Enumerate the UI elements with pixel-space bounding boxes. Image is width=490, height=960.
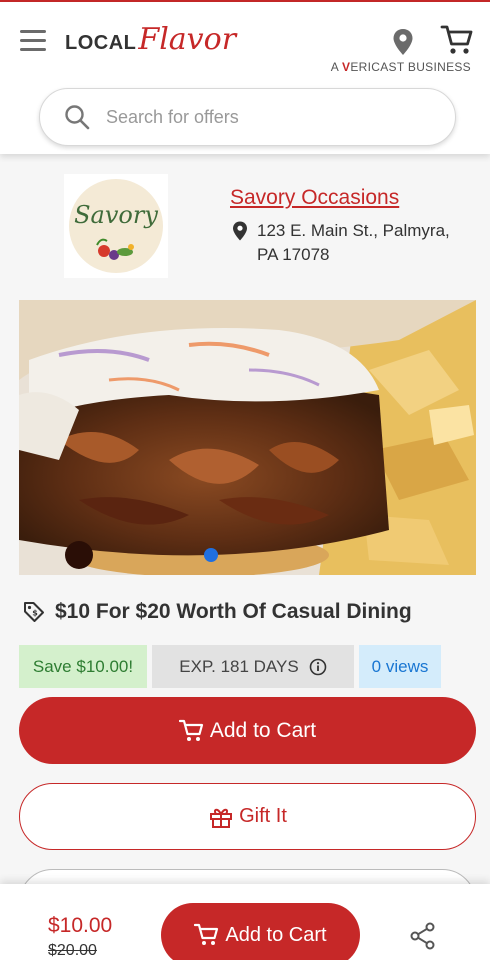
info-icon[interactable]: [309, 658, 327, 676]
views-badge: 0 views: [359, 645, 441, 688]
merchant-address: 123 E. Main St., Palmyra, PA 17078: [232, 219, 472, 267]
deal-title: $ $10 For $20 Worth Of Casual Dining: [22, 600, 412, 624]
menu-line: [20, 48, 46, 51]
logo-script-text: Savory: [74, 201, 158, 229]
savings-badge: Save $10.00!: [19, 645, 147, 688]
location-pin-icon: [233, 221, 247, 241]
add-to-cart-label: Add to Cart: [209, 718, 317, 742]
tagline-suffix: BUSINESS: [404, 60, 471, 74]
tagline-brand: ERICAST: [350, 60, 405, 74]
bottom-add-to-cart-label: Add to Cart: [225, 923, 327, 946]
search-icon[interactable]: [64, 104, 90, 130]
logo-flavor-text: Flavor: [138, 22, 237, 57]
local-flavor-logo[interactable]: LOCAL Flavor: [65, 22, 236, 62]
hamburger-menu-icon[interactable]: [20, 29, 48, 53]
bottom-purchase-bar: $10.00 $20.00 Add to Cart: [0, 884, 490, 960]
deal-title-text: $10 For $20 Worth Of Casual Dining: [55, 600, 412, 623]
menu-line: [20, 39, 46, 42]
gift-it-button[interactable]: Gift It: [19, 783, 476, 850]
bottom-add-to-cart-button[interactable]: Add to Cart: [161, 903, 360, 960]
share-icon[interactable]: [409, 922, 437, 950]
savory-logo-image: Savory: [69, 179, 163, 273]
add-to-cart-button[interactable]: Add to Cart: [19, 697, 476, 764]
app-header: LOCAL Flavor A VERICAST BUSINESS: [0, 2, 490, 154]
tagline-prefix: A: [330, 60, 343, 74]
deal-badges: Save $10.00! EXP. 181 DAYS 0 views: [19, 645, 446, 688]
expiration-text: EXP. 181 DAYS: [179, 656, 299, 676]
deal-detail-content: Savory Savory Occasions 123 E. Main St.,…: [0, 154, 490, 936]
merchant-address-text: 123 E. Main St., Palmyra, PA 17078: [257, 221, 450, 264]
cart-icon: [178, 719, 203, 741]
logo-local-text: LOCAL: [65, 32, 137, 54]
carousel-dot-active[interactable]: [204, 548, 218, 562]
gift-it-label: Gift It: [239, 805, 287, 827]
gift-icon: [210, 808, 233, 828]
merchant-logo[interactable]: Savory: [64, 174, 168, 278]
vericast-tagline: A VERICAST BUSINESS: [331, 60, 471, 74]
original-price: $20.00: [48, 942, 97, 959]
shopping-cart-icon[interactable]: [440, 24, 474, 56]
expiration-badge[interactable]: EXP. 181 DAYS: [152, 645, 354, 688]
price-tag-icon: $: [24, 602, 44, 622]
pulled-pork-sandwich-image: [19, 300, 476, 575]
cart-icon: [194, 923, 219, 945]
merchant-name-link[interactable]: Savory Occasions: [230, 186, 399, 210]
search-bar[interactable]: [39, 88, 456, 146]
svg-text:$: $: [32, 609, 38, 618]
deal-hero-image[interactable]: [19, 300, 476, 575]
map-pin-icon[interactable]: [392, 28, 414, 56]
deal-price: $10.00: [48, 914, 113, 937]
search-input[interactable]: [106, 106, 406, 128]
menu-line: [20, 30, 46, 33]
